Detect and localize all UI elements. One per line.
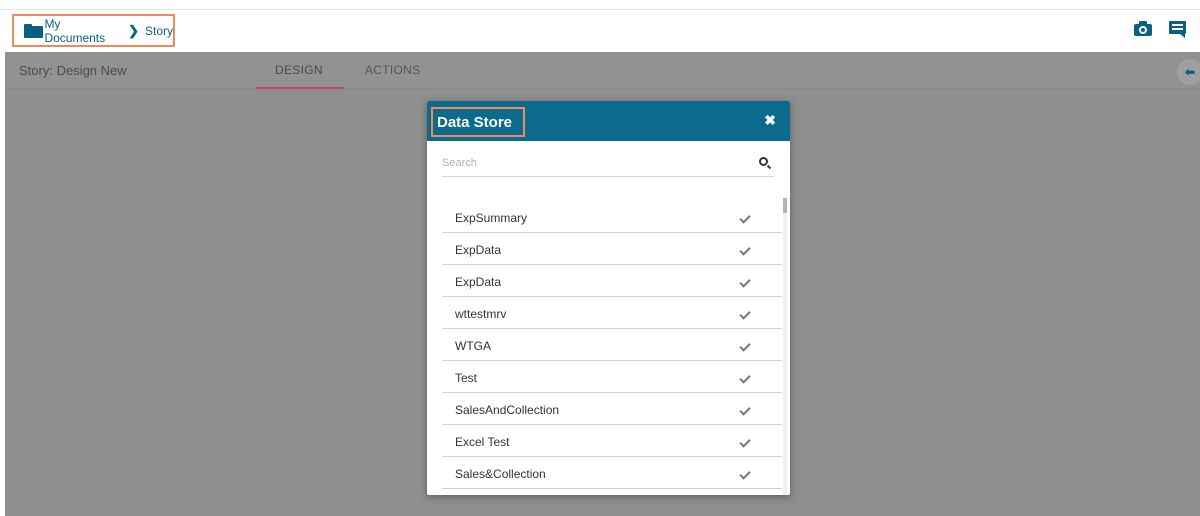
list-item-label: Excel Test: [455, 435, 510, 449]
back-arrow-icon: ⬅: [1185, 65, 1196, 79]
check-icon: [739, 244, 751, 256]
modal-title: Data Store: [437, 113, 513, 131]
modal-header: Data Store ✖: [427, 101, 790, 141]
list-item[interactable]: ExpData: [442, 265, 782, 297]
list-item[interactable]: wttestmrv: [442, 297, 782, 329]
list-item[interactable]: ExpData: [442, 233, 782, 265]
top-bar: My Documents ❯ Story: [0, 0, 1200, 50]
list-item[interactable]: Test: [442, 361, 782, 393]
search-box: [442, 153, 774, 177]
check-icon: [739, 276, 751, 288]
check-icon: [739, 340, 751, 352]
list-item[interactable]: ExpSummary: [442, 201, 782, 233]
check-icon: [739, 308, 751, 320]
tab-design[interactable]: DESIGN: [275, 63, 323, 77]
breadcrumb-my-documents[interactable]: My Documents: [44, 17, 122, 45]
comment-icon[interactable]: [1169, 21, 1186, 38]
list-item-label: SalesAndCollection: [455, 403, 560, 417]
data-store-list: ExpSummary ExpData ExpData wttestmrv WTG…: [442, 201, 782, 489]
list-item[interactable]: Sales&Collection: [442, 457, 782, 489]
story-subbar: Story: Design New DESIGN ACTIONS ⬅: [5, 52, 1200, 89]
list-item-label: wttestmrv: [455, 307, 507, 321]
folder-icon: [24, 23, 43, 38]
scrollbar-thumb[interactable]: [783, 198, 787, 213]
list-item-label: Test: [455, 371, 478, 385]
check-icon: [739, 436, 751, 448]
breadcrumb-story[interactable]: Story: [145, 24, 173, 38]
check-icon: [739, 468, 751, 480]
back-button[interactable]: ⬅: [1177, 59, 1200, 85]
list-item-label: Sales&Collection: [455, 467, 546, 481]
list-item-label: ExpData: [455, 243, 502, 257]
list-item-label: ExpSummary: [455, 211, 528, 225]
search-icon[interactable]: [759, 157, 768, 166]
check-icon: [739, 404, 751, 416]
list-item[interactable]: Excel Test: [442, 425, 782, 457]
close-icon[interactable]: ✖: [764, 113, 776, 127]
top-toolbar: [1134, 21, 1186, 38]
data-store-modal: Data Store ✖ ExpSummary ExpData ExpData …: [427, 101, 790, 495]
list-item-label: ExpData: [455, 275, 502, 289]
check-icon: [739, 212, 751, 224]
list-item[interactable]: WTGA: [442, 329, 782, 361]
story-title: Story: Design New: [19, 63, 127, 78]
top-divider: [0, 9, 1200, 10]
list-item[interactable]: SalesAndCollection: [442, 393, 782, 425]
tab-actions[interactable]: ACTIONS: [365, 63, 420, 77]
active-tab-indicator: [256, 87, 344, 89]
modal-title-highlight: Data Store: [431, 107, 525, 137]
camera-icon[interactable]: [1134, 21, 1152, 36]
breadcrumb: My Documents ❯ Story: [12, 14, 175, 47]
list-scrollbar[interactable]: [783, 198, 787, 495]
chevron-right-icon: ❯: [128, 22, 139, 38]
check-icon: [739, 372, 751, 384]
search-input[interactable]: [442, 153, 742, 173]
list-item-label: WTGA: [455, 339, 491, 353]
